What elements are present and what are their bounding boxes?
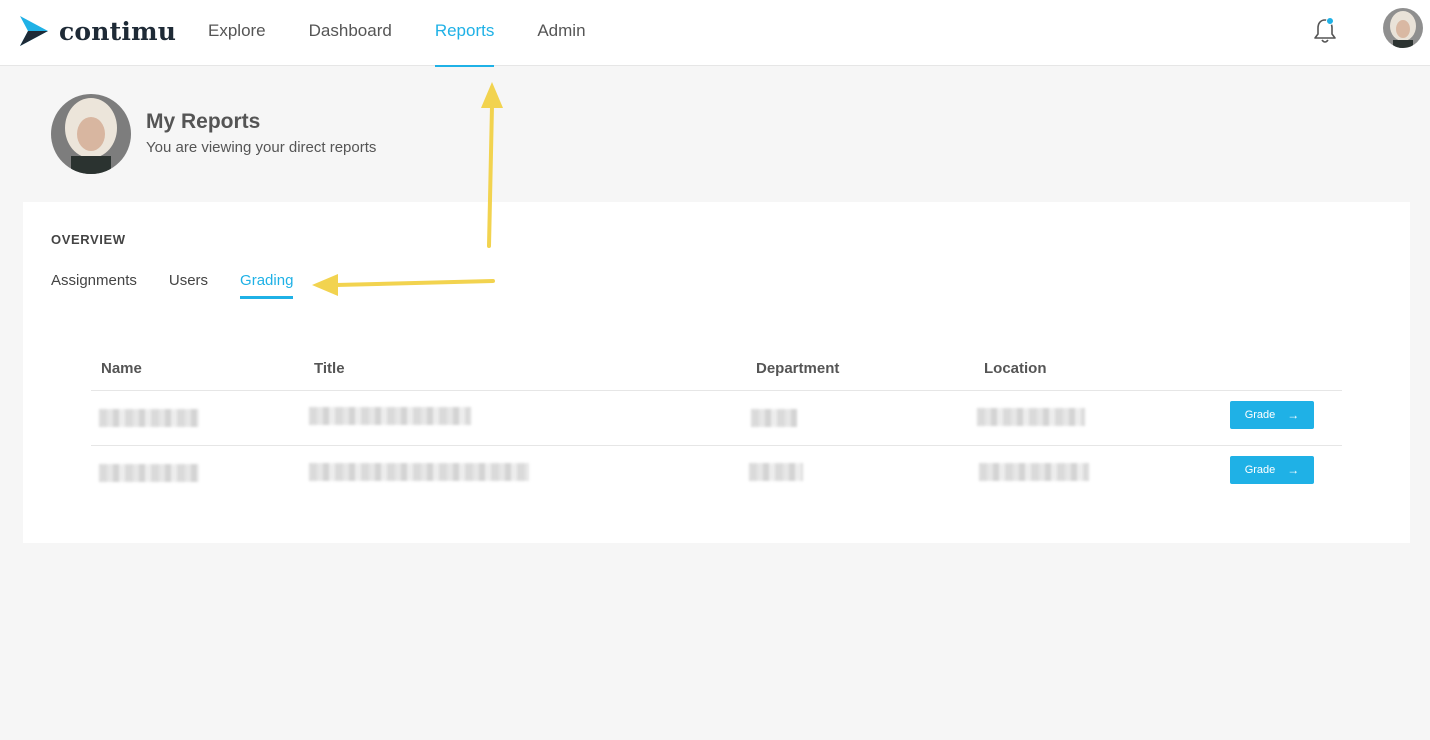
column-header-title[interactable]: Title [314, 360, 345, 377]
nav-explore[interactable]: Explore [208, 0, 266, 66]
redacted-name [99, 409, 199, 427]
table-row: Grade → [91, 446, 1342, 501]
notifications-button[interactable] [1312, 17, 1338, 45]
avatar-image [1383, 8, 1423, 48]
bell-icon [1314, 19, 1336, 43]
column-header-department[interactable]: Department [756, 360, 839, 377]
redacted-title [309, 407, 471, 425]
arrow-right-icon: → [1287, 408, 1300, 422]
table-row: Grade → [91, 391, 1342, 446]
arrow-right-icon: → [1287, 463, 1300, 477]
main-nav: Explore Dashboard Reports Admin [208, 0, 629, 67]
nav-admin[interactable]: Admin [537, 0, 585, 66]
table-header: Name Title Department Location [91, 354, 1342, 391]
top-navigation-bar: contimu Explore Dashboard Reports Admin [0, 0, 1430, 67]
grade-button-label: Grade [1244, 409, 1276, 421]
profile-avatar [51, 94, 131, 174]
column-header-name[interactable]: Name [101, 360, 142, 377]
notification-indicator [1326, 17, 1334, 25]
tab-assignments[interactable]: Assignments [51, 272, 137, 299]
grade-button[interactable]: Grade → [1230, 456, 1314, 484]
redacted-title [309, 463, 529, 481]
overview-label: OVERVIEW [51, 232, 126, 247]
grade-button-label: Grade [1244, 464, 1276, 476]
avatar-image [51, 94, 131, 174]
arrow-logo-icon [20, 16, 48, 46]
nav-dashboard[interactable]: Dashboard [309, 0, 392, 66]
brand-name: contimu [59, 16, 177, 46]
nav-reports[interactable]: Reports [434, 0, 494, 67]
overview-card: OVERVIEW Assignments Users Grading Name … [23, 202, 1410, 543]
tab-users[interactable]: Users [169, 272, 208, 299]
grading-table: Name Title Department Location Grade → G… [91, 354, 1342, 501]
redacted-department [749, 463, 803, 481]
column-header-location[interactable]: Location [984, 360, 1047, 377]
redacted-name [99, 464, 199, 482]
page-title: My Reports [146, 110, 261, 133]
brand-logo[interactable]: contimu [18, 14, 176, 48]
redacted-location [977, 408, 1085, 426]
user-avatar[interactable] [1383, 8, 1423, 48]
redacted-location [979, 463, 1089, 481]
page-subtitle: You are viewing your direct reports [146, 139, 377, 156]
tab-grading[interactable]: Grading [240, 272, 294, 299]
overview-tabs: Assignments Users Grading [51, 272, 325, 299]
redacted-department [751, 409, 797, 427]
grade-button[interactable]: Grade → [1230, 401, 1314, 429]
